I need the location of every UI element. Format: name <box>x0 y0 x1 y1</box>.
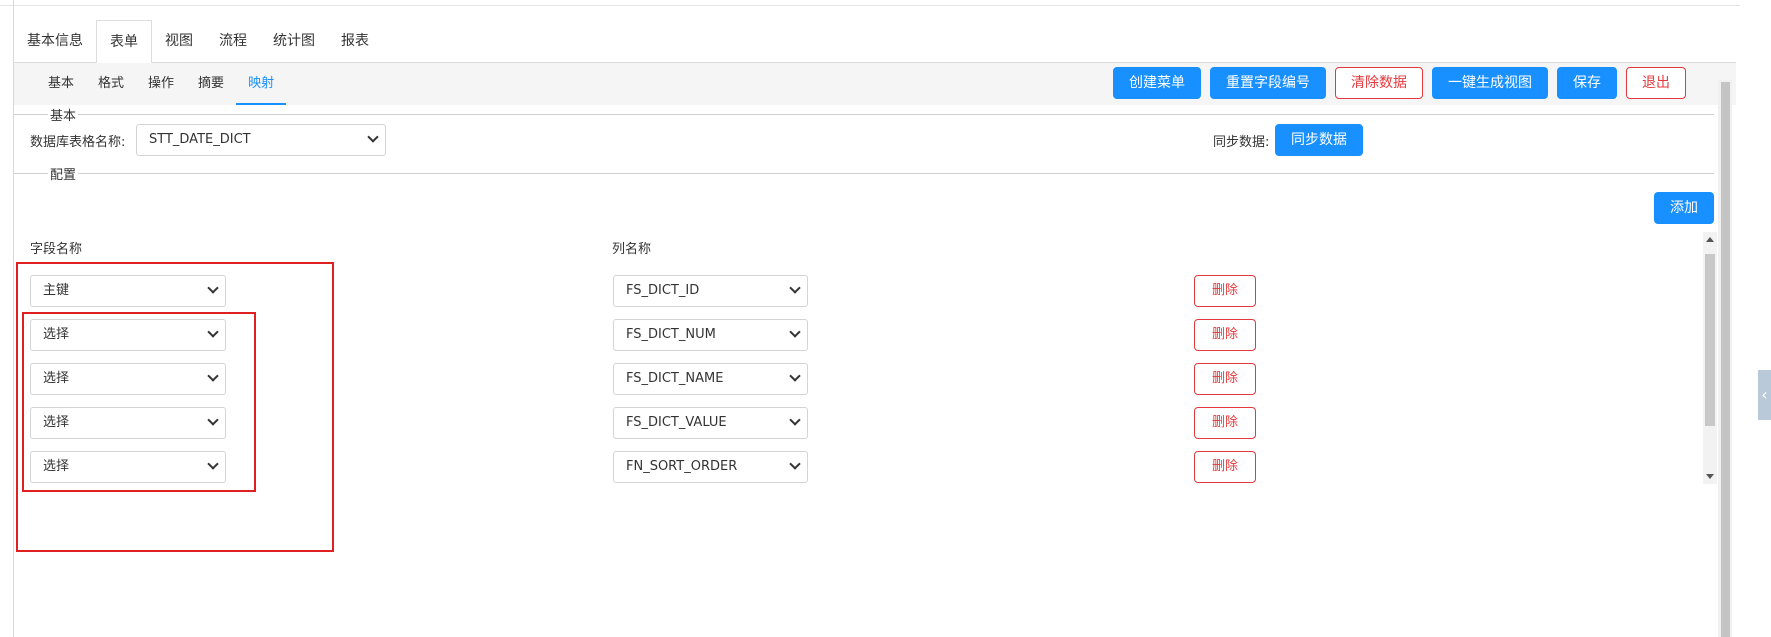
db-table-label: 数据库表格名称: <box>30 135 126 150</box>
create-menu-button[interactable]: 创建菜单 <box>1113 67 1201 99</box>
tab-view[interactable]: 视图 <box>152 20 206 63</box>
chevron-left-icon[interactable]: ‹ <box>1758 370 1771 420</box>
sync-data-button[interactable]: 同步数据 <box>1275 124 1363 156</box>
sub-tabs: 基本 格式 操作 摘要 映射 <box>36 63 287 105</box>
save-button[interactable]: 保存 <box>1557 67 1617 99</box>
column-value: FS_DICT_VALUE <box>626 415 727 430</box>
scroll-thumb[interactable] <box>1705 254 1715 426</box>
column-value: FS_DICT_ID <box>626 283 700 298</box>
page-scroll-thumb[interactable] <box>1721 82 1730 637</box>
tab-basic-info[interactable]: 基本信息 <box>14 20 96 63</box>
delete-button[interactable]: 删除 <box>1194 319 1256 351</box>
add-button[interactable]: 添加 <box>1654 192 1714 224</box>
basic-section-legend: 基本 <box>48 105 79 124</box>
column-name-header: 列名称 <box>612 242 652 257</box>
config-section-divider <box>14 173 1714 174</box>
tab-chart[interactable]: 统计图 <box>260 20 328 63</box>
toolbar: 创建菜单 重置字段编号 清除数据 一键生成视图 保存 退出 <box>1113 67 1686 99</box>
subtab-basic[interactable]: 基本 <box>36 63 86 105</box>
delete-button[interactable]: 删除 <box>1194 363 1256 395</box>
tab-flow[interactable]: 流程 <box>206 20 260 63</box>
generate-view-button[interactable]: 一键生成视图 <box>1432 67 1548 99</box>
scroll-down-icon[interactable] <box>1706 474 1714 479</box>
column-select[interactable]: FS_DICT_ID <box>613 275 808 307</box>
chevron-down-icon <box>367 131 379 143</box>
chevron-down-icon <box>789 414 801 426</box>
exit-button[interactable]: 退出 <box>1626 67 1686 99</box>
top-strip <box>0 0 1740 6</box>
chevron-down-icon <box>789 370 801 382</box>
subtab-summary[interactable]: 摘要 <box>186 63 236 105</box>
delete-button[interactable]: 删除 <box>1194 275 1256 307</box>
column-value: FS_DICT_NUM <box>626 327 716 342</box>
sync-data-label: 同步数据: <box>1213 135 1270 150</box>
subtab-mapping[interactable]: 映射 <box>236 63 287 105</box>
tab-form[interactable]: 表单 <box>96 20 152 64</box>
chevron-down-icon <box>789 282 801 294</box>
column-select[interactable]: FN_SORT_ORDER <box>613 451 808 483</box>
main-tab-bar: 基本信息 表单 视图 流程 统计图 报表 <box>14 20 1736 64</box>
column-select[interactable]: FS_DICT_NAME <box>613 363 808 395</box>
page-scrollbar[interactable] <box>1718 80 1732 637</box>
column-select[interactable]: FS_DICT_NUM <box>613 319 808 351</box>
db-table-value: STT_DATE_DICT <box>149 132 251 147</box>
tab-report[interactable]: 报表 <box>328 20 382 63</box>
reset-field-number-button[interactable]: 重置字段编号 <box>1210 67 1326 99</box>
subtab-operation[interactable]: 操作 <box>136 63 186 105</box>
delete-button[interactable]: 删除 <box>1194 407 1256 439</box>
column-value: FS_DICT_NAME <box>626 371 724 386</box>
subtab-format[interactable]: 格式 <box>86 63 136 105</box>
config-section-legend: 配置 <box>48 164 79 183</box>
column-select[interactable]: FS_DICT_VALUE <box>613 407 808 439</box>
delete-button[interactable]: 删除 <box>1194 451 1256 483</box>
sub-tab-bar: 基本 格式 操作 摘要 映射 创建菜单 重置字段编号 清除数据 一键生成视图 保… <box>14 63 1736 105</box>
clear-data-button[interactable]: 清除数据 <box>1335 67 1423 99</box>
scroll-up-icon[interactable] <box>1706 237 1714 242</box>
basic-section-divider <box>14 114 1714 115</box>
chevron-down-icon <box>789 458 801 470</box>
db-table-select[interactable]: STT_DATE_DICT <box>136 124 386 156</box>
list-scrollbar[interactable] <box>1703 232 1717 484</box>
field-name-header: 字段名称 <box>30 242 83 257</box>
highlight-box-inner <box>22 312 256 492</box>
column-value: FN_SORT_ORDER <box>626 459 738 474</box>
chevron-down-icon <box>789 326 801 338</box>
